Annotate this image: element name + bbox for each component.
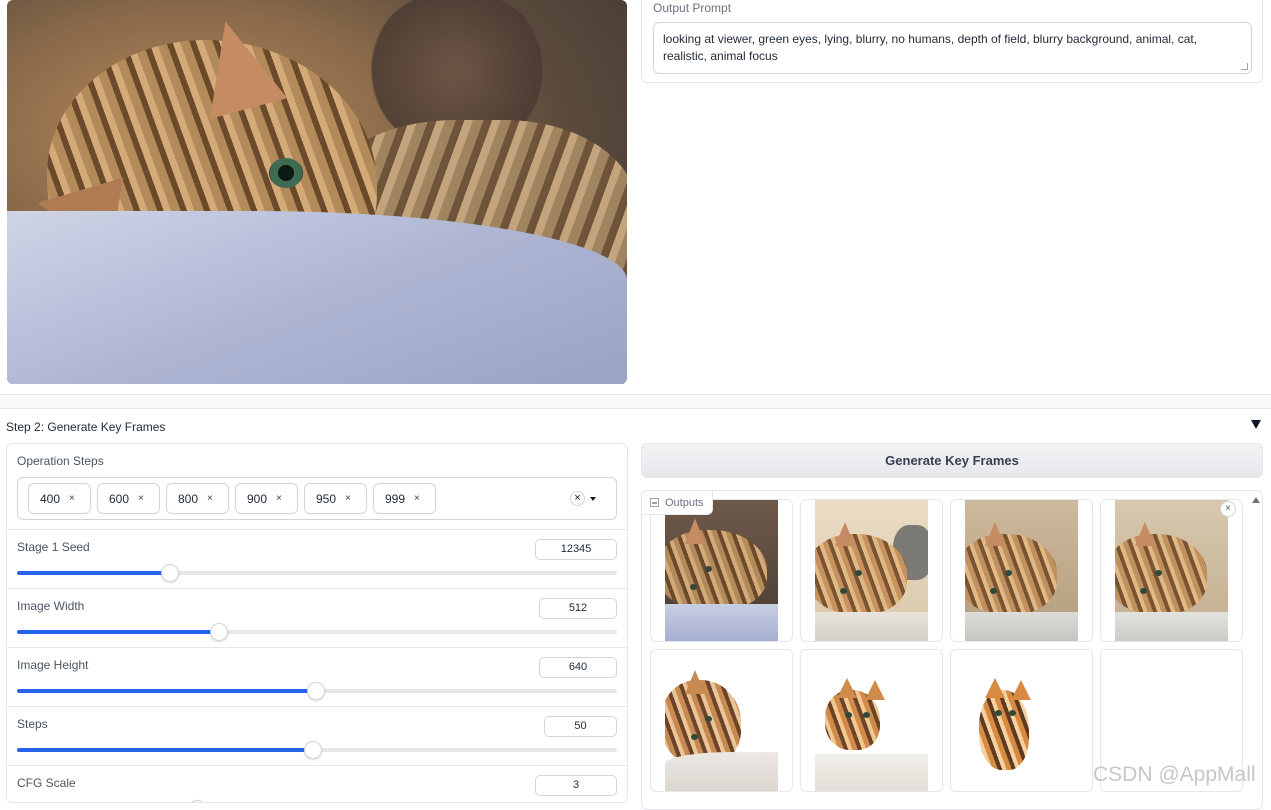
token-label: 950 [316, 491, 337, 506]
slider-thumb[interactable] [210, 623, 229, 641]
input-image[interactable] [7, 0, 627, 384]
keyframe-thumbnail [1115, 500, 1228, 641]
keyframe-thumbnail [965, 500, 1078, 641]
operation-step-token[interactable]: 800 × [166, 483, 229, 514]
clear-all-icon[interactable]: × [570, 491, 585, 506]
output-prompt-text: looking at viewer, green eyes, lying, bl… [663, 32, 1198, 63]
outputs-label-text: Outputs [665, 496, 704, 509]
token-label: 600 [109, 491, 130, 506]
generate-key-frames-button[interactable]: Generate Key Frames [641, 443, 1263, 478]
slider-thumb[interactable] [161, 564, 179, 582]
keyframe-thumbnail [965, 650, 1078, 791]
blanket [7, 211, 627, 384]
steps-number-input[interactable]: 50 [544, 716, 617, 737]
slider-label: Image Width [17, 599, 85, 613]
controls-panel: Operation Steps 400 × 600 × 800 × 900 × … [6, 443, 628, 803]
slider-fill [17, 748, 314, 752]
kitten-eye [269, 158, 303, 188]
height-number-input[interactable]: 640 [539, 657, 617, 678]
close-icon[interactable]: × [1220, 501, 1236, 517]
remove-token-icon[interactable]: × [345, 493, 351, 504]
gallery-item[interactable] [800, 649, 943, 792]
keyframe-thumbnail [665, 650, 778, 791]
remove-token-icon[interactable]: × [207, 493, 213, 504]
operation-step-token[interactable]: 600 × [97, 483, 160, 514]
slider-track[interactable] [17, 623, 617, 641]
resize-grip-icon[interactable] [1241, 63, 1248, 70]
gallery-item[interactable] [950, 649, 1093, 792]
operation-steps-multiselect[interactable]: 400 × 600 × 800 × 900 × 950 × 999 × × [17, 477, 617, 520]
slider-cfg-scale: CFG Scale 3 [7, 765, 627, 802]
slider-fill [17, 689, 316, 693]
remove-token-icon[interactable]: × [414, 493, 420, 504]
cfg-number-input[interactable]: 3 [535, 775, 617, 796]
seed-number-input[interactable]: 12345 [535, 539, 617, 560]
section-divider [0, 394, 1271, 409]
slider-image-height: Image Height 640 [7, 647, 627, 706]
slider-stage1-seed: Stage 1 Seed 12345 [7, 529, 627, 588]
chevron-down-icon[interactable] [590, 497, 596, 501]
slider-image-width: Image Width 512 [7, 588, 627, 647]
gallery-item[interactable] [1100, 499, 1243, 642]
output-prompt-textarea[interactable]: looking at viewer, green eyes, lying, bl… [653, 22, 1252, 74]
output-prompt-block: Output Prompt looking at viewer, green e… [641, 0, 1263, 83]
slider-steps: Steps 50 [7, 706, 627, 765]
keyframe-thumbnail [815, 650, 928, 791]
slider-track[interactable] [17, 741, 617, 759]
collapse-triangle-icon[interactable] [1251, 420, 1261, 429]
slider-label: Stage 1 Seed [17, 540, 90, 554]
token-label: 800 [178, 491, 199, 506]
image-icon [650, 498, 659, 507]
gallery-item[interactable] [650, 499, 793, 642]
watermark: CSDN @AppMall [1093, 763, 1256, 786]
gallery-item[interactable] [800, 499, 943, 642]
slider-thumb[interactable] [304, 741, 323, 759]
step2-title[interactable]: Step 2: Generate Key Frames [6, 420, 165, 434]
scroll-up-icon[interactable] [1252, 497, 1260, 503]
slider-fill [17, 571, 170, 575]
remove-token-icon[interactable]: × [138, 493, 144, 504]
remove-token-icon[interactable]: × [69, 493, 75, 504]
token-label: 999 [385, 491, 406, 506]
gallery-item[interactable] [650, 649, 793, 792]
operation-steps-label: Operation Steps [17, 454, 104, 468]
operation-step-token[interactable]: 900 × [235, 483, 298, 514]
operation-step-token[interactable]: 999 × [373, 483, 436, 514]
width-number-input[interactable]: 512 [539, 598, 617, 619]
keyframe-thumbnail [665, 500, 778, 641]
slider-thumb[interactable] [306, 682, 325, 700]
slider-label: CFG Scale [17, 776, 76, 790]
outputs-gallery: Outputs × [641, 490, 1263, 810]
remove-token-icon[interactable]: × [276, 493, 282, 504]
slider-track[interactable] [17, 564, 617, 582]
slider-thumb[interactable] [188, 800, 206, 802]
outputs-label: Outputs [642, 491, 713, 515]
gallery-item[interactable] [950, 499, 1093, 642]
slider-track[interactable] [17, 682, 617, 700]
slider-label: Steps [17, 717, 48, 731]
keyframe-thumbnail [815, 500, 928, 641]
token-label: 900 [247, 491, 268, 506]
operation-step-token[interactable]: 950 × [304, 483, 367, 514]
token-label: 400 [40, 491, 61, 506]
slider-label: Image Height [17, 658, 89, 672]
output-prompt-label: Output Prompt [653, 1, 732, 15]
slider-fill [17, 630, 220, 634]
operation-step-token[interactable]: 400 × [28, 483, 91, 514]
